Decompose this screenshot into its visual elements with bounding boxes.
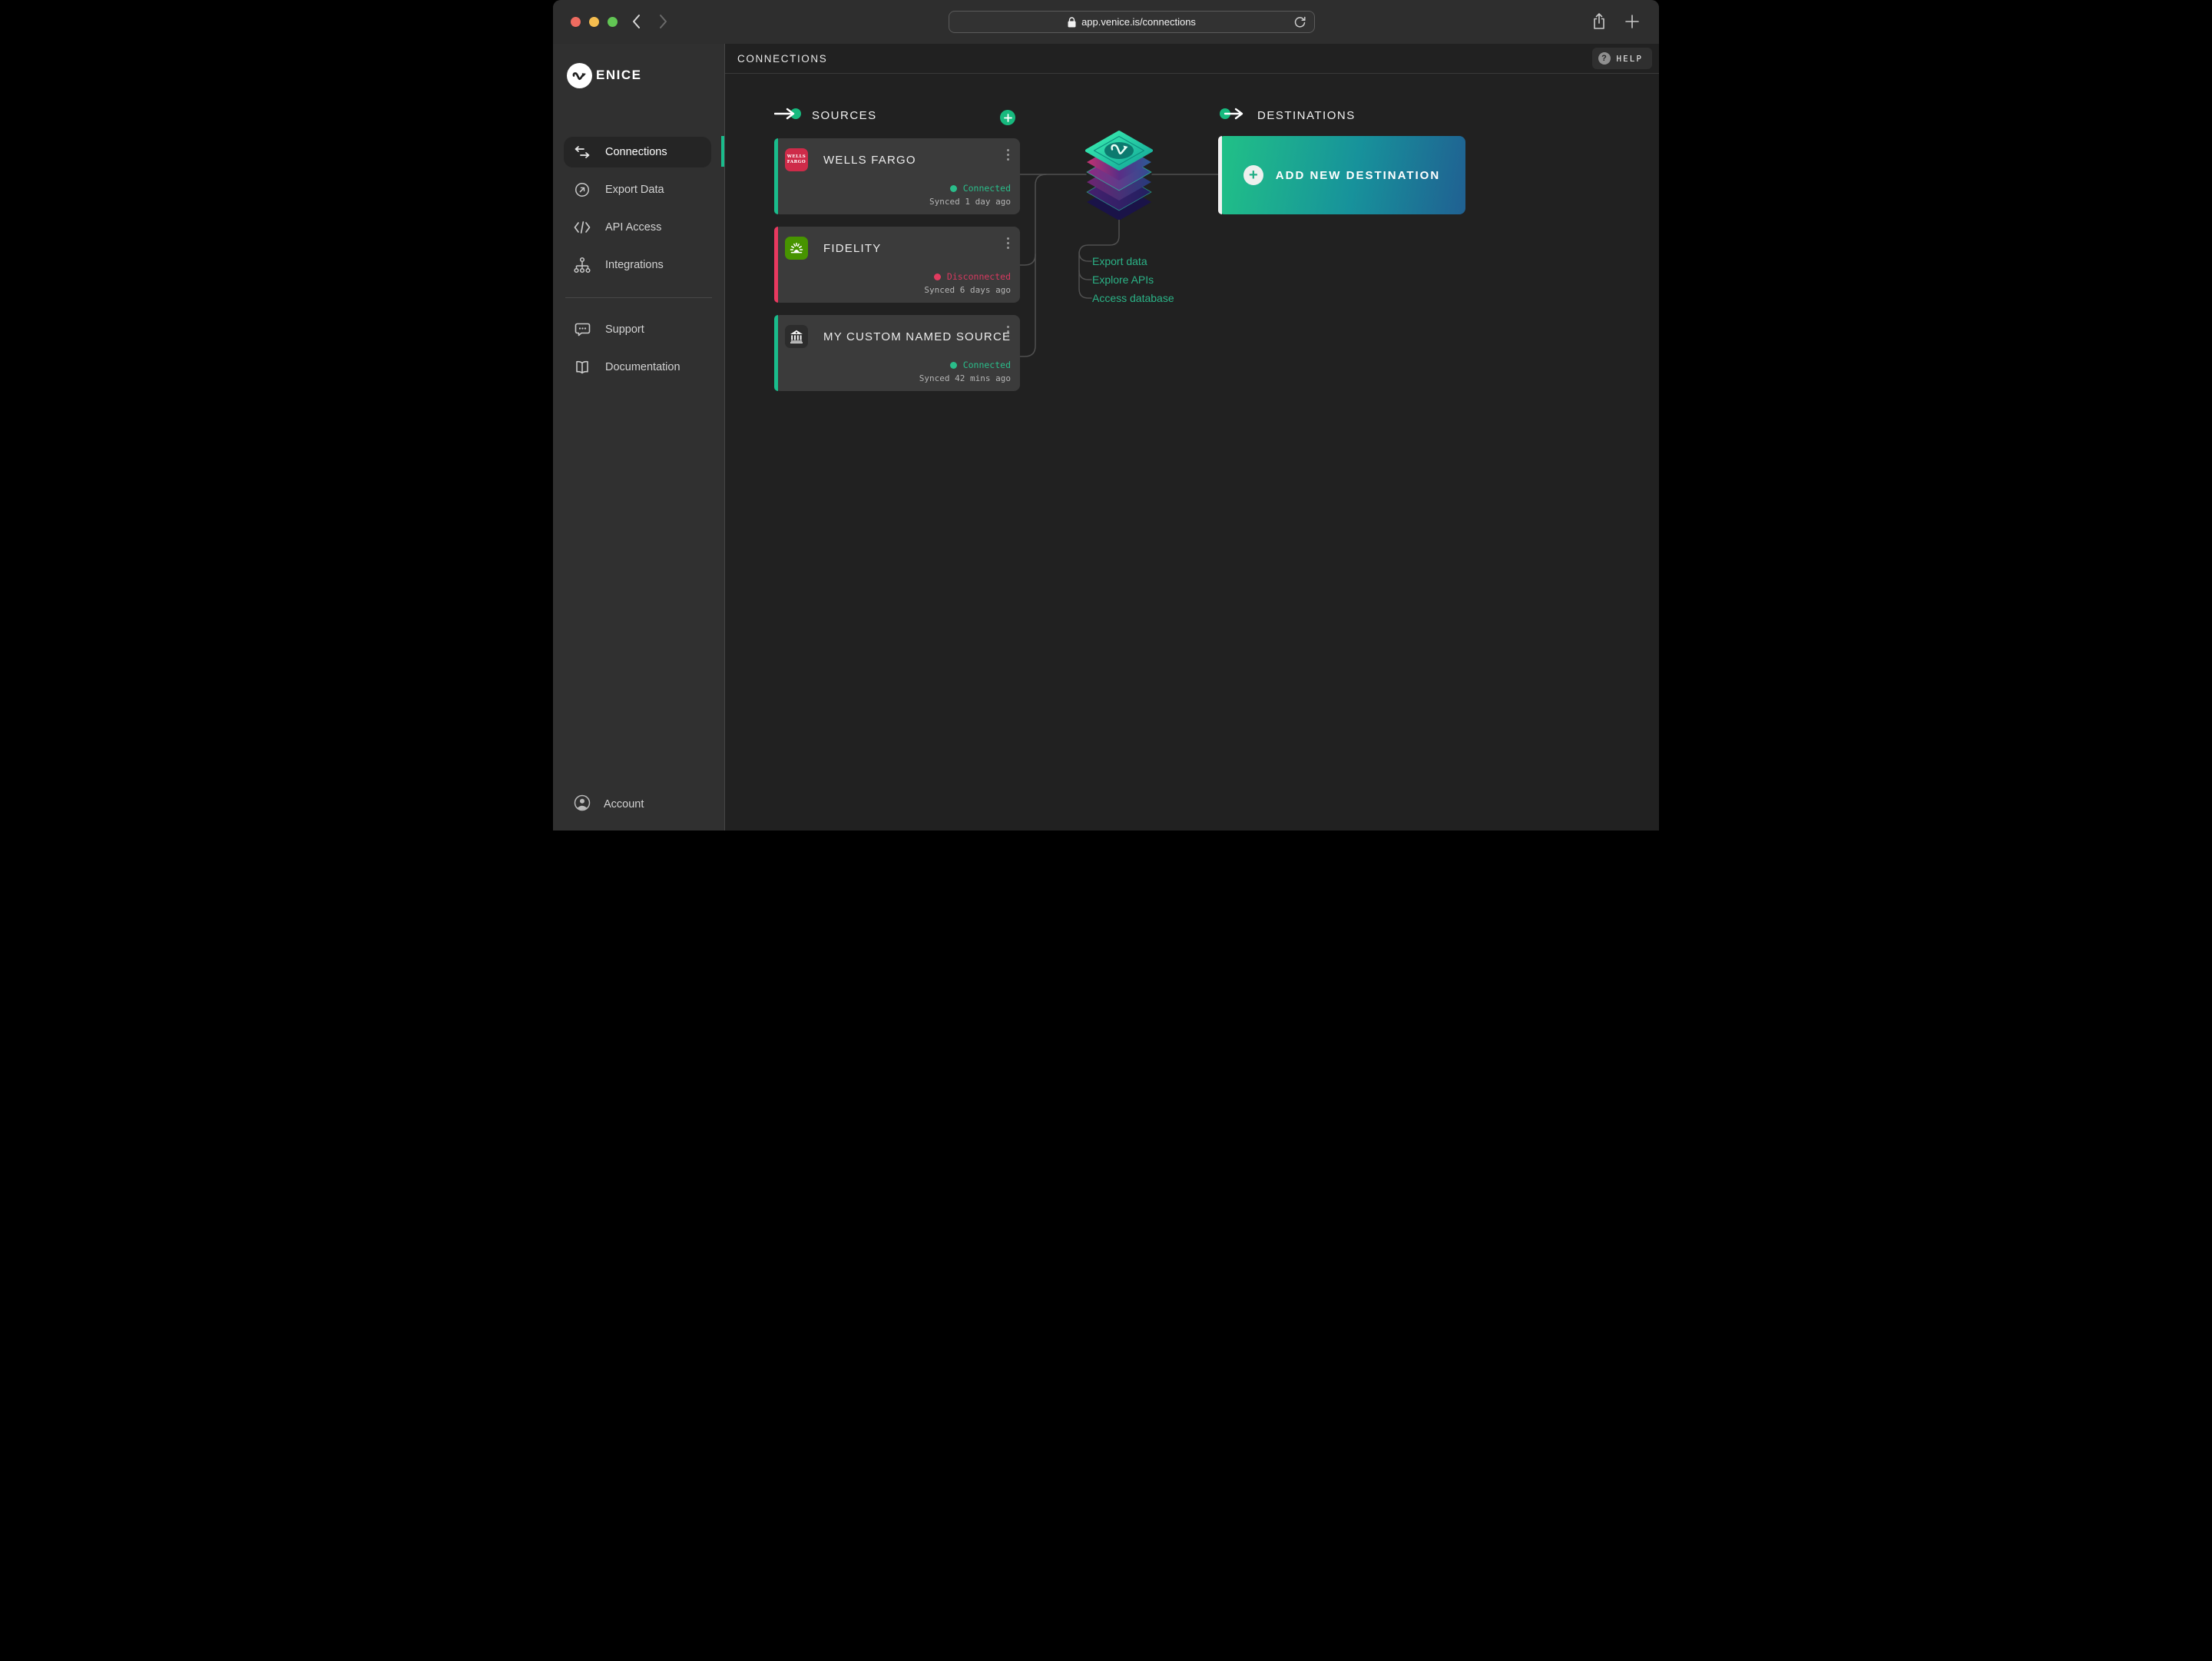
reload-icon[interactable]	[1293, 15, 1306, 32]
sources-section-label: SOURCES	[774, 108, 877, 123]
new-tab-icon[interactable]	[1624, 13, 1641, 34]
sidebar-item-label: Support	[605, 323, 644, 336]
synced-text: Synced 42 mins ago	[919, 373, 1011, 383]
status-dot	[950, 185, 957, 192]
arrow-into-dot-icon	[774, 108, 802, 123]
venice-stack-illustration	[1084, 128, 1154, 220]
dot-arrow-icon	[1220, 108, 1247, 123]
page-title: CONNECTIONS	[737, 53, 827, 65]
sidebar-item-export-data[interactable]: Export Data	[564, 174, 711, 205]
bank-icon	[785, 325, 808, 348]
sidebar-item-documentation[interactable]: Documentation	[564, 352, 711, 383]
question-mark-icon: ?	[1598, 52, 1611, 65]
browser-window: app.venice.is/connections	[553, 0, 1659, 830]
source-name: FIDELITY	[823, 242, 881, 255]
open-book-icon	[573, 359, 591, 376]
zoom-window-button[interactable]	[608, 17, 618, 27]
status-accent-bar	[774, 138, 778, 214]
add-source-button[interactable]	[1000, 110, 1015, 125]
fidelity-logo	[785, 237, 808, 260]
sidebar-item-connections[interactable]: Connections	[564, 137, 711, 167]
swap-arrows-icon	[573, 144, 591, 160]
sidebar: ENICE Connections Export Data	[553, 44, 725, 830]
sidebar-item-label: Integrations	[605, 259, 664, 271]
export-circle-icon	[573, 181, 591, 198]
url-text: app.venice.is/connections	[1081, 16, 1196, 28]
destinations-section-label: DESTINATIONS	[1220, 108, 1356, 123]
sidebar-item-label: Export Data	[605, 184, 664, 196]
card-menu-button[interactable]	[1005, 324, 1011, 339]
export-data-link[interactable]: Export data	[1092, 254, 1147, 268]
window-controls	[571, 17, 618, 27]
status-badge: Connected	[950, 183, 1011, 194]
sidebar-item-label: API Access	[605, 221, 661, 234]
venice-logo: ENICE	[567, 62, 724, 88]
source-card-custom[interactable]: MY CUSTOM NAMED SOURCE Connected Synced …	[774, 315, 1020, 391]
account-button[interactable]: Account	[564, 794, 644, 815]
share-icon[interactable]	[1591, 12, 1607, 35]
main-panel: CONNECTIONS ? HELP	[725, 44, 1659, 830]
card-menu-button[interactable]	[1005, 148, 1011, 162]
source-name: MY CUSTOM NAMED SOURCE	[823, 330, 1011, 343]
account-icon	[573, 794, 591, 815]
status-accent-bar	[774, 227, 778, 303]
dest-card-edge	[1218, 136, 1222, 214]
address-bar[interactable]: app.venice.is/connections	[949, 11, 1315, 33]
account-label: Account	[604, 798, 644, 811]
page-header: CONNECTIONS ? HELP	[725, 44, 1659, 74]
explore-apis-link[interactable]: Explore APIs	[1092, 273, 1154, 287]
status-dot	[950, 362, 957, 369]
close-window-button[interactable]	[571, 17, 581, 27]
forward-button[interactable]	[656, 12, 670, 31]
add-destination-card[interactable]: + ADD NEW DESTINATION	[1218, 136, 1465, 214]
source-name: WELLS FARGO	[823, 154, 916, 167]
sidebar-item-label: Documentation	[605, 361, 680, 373]
access-database-link[interactable]: Access database	[1092, 291, 1174, 305]
help-button[interactable]: ? HELP	[1592, 48, 1653, 69]
hierarchy-icon	[573, 257, 591, 274]
venice-logo-icon	[567, 63, 592, 88]
plus-icon: +	[1243, 165, 1263, 185]
lock-icon	[1068, 17, 1076, 28]
code-icon	[573, 220, 591, 235]
browser-chrome: app.venice.is/connections	[553, 0, 1659, 44]
status-accent-bar	[774, 315, 778, 391]
sidebar-divider	[565, 297, 712, 298]
destinations-label-text: DESTINATIONS	[1257, 109, 1356, 122]
wells-fargo-logo: WELLS FARGO	[785, 148, 808, 171]
card-menu-button[interactable]	[1005, 236, 1011, 250]
sidebar-item-support[interactable]: Support	[564, 314, 711, 345]
synced-text: Synced 6 days ago	[924, 285, 1011, 295]
status-badge: Connected	[950, 360, 1011, 370]
source-card-fidelity[interactable]: FIDELITY Disconnected Synced 6 days ago	[774, 227, 1020, 303]
back-button[interactable]	[630, 12, 644, 31]
help-label: HELP	[1617, 54, 1644, 64]
chat-bubble-icon	[573, 321, 591, 338]
venice-logo-text: ENICE	[596, 68, 641, 83]
connections-canvas: SOURCES WELLS FARGO WELLS FARGO	[725, 74, 1659, 830]
status-dot	[934, 274, 941, 280]
source-card-wells-fargo[interactable]: WELLS FARGO WELLS FARGO Connected Synced…	[774, 138, 1020, 214]
synced-text: Synced 1 day ago	[929, 197, 1011, 207]
active-nav-indicator	[721, 136, 724, 167]
status-badge: Disconnected	[934, 271, 1011, 282]
add-destination-label: ADD NEW DESTINATION	[1276, 169, 1440, 182]
sidebar-item-api-access[interactable]: API Access	[564, 212, 711, 243]
sidebar-item-integrations[interactable]: Integrations	[564, 250, 711, 280]
sidebar-item-label: Connections	[605, 146, 667, 158]
minimize-window-button[interactable]	[589, 17, 599, 27]
sources-label-text: SOURCES	[812, 109, 877, 122]
